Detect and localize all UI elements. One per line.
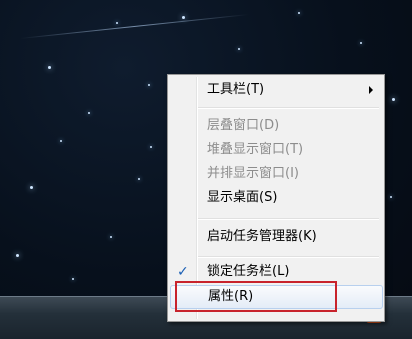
menu-item-label: 层叠窗口(D)	[207, 118, 280, 133]
highlight-annotation-box	[175, 281, 337, 312]
menu-item-cascade-windows: 层叠窗口(D)	[170, 115, 381, 137]
star	[88, 112, 90, 114]
menu-item-label: 启动任务管理器(K)	[207, 229, 317, 244]
star	[60, 140, 62, 142]
checkmark-icon: ✓	[177, 264, 189, 280]
menu-item-toolbars[interactable]: 工具栏(T)	[170, 79, 381, 101]
star	[72, 278, 74, 280]
menu-separator	[198, 107, 379, 109]
menu-item-stacked-windows: 堆叠显示窗口(T)	[170, 139, 381, 161]
menu-item-side-by-side-windows: 并排显示窗口(I)	[170, 163, 381, 185]
star	[48, 66, 51, 69]
menu-item-lock-taskbar[interactable]: ✓ 锁定任务栏(L)	[170, 261, 381, 283]
star	[392, 98, 395, 101]
menu-item-show-desktop[interactable]: 显示桌面(S)	[170, 187, 381, 209]
star	[298, 12, 300, 14]
menu-item-label: 锁定任务栏(L)	[207, 264, 290, 279]
menu-item-label: 工具栏(T)	[207, 82, 265, 97]
menu-separator	[198, 218, 379, 220]
menu-item-label: 显示桌面(S)	[207, 190, 278, 205]
star	[150, 146, 152, 148]
menu-item-task-manager[interactable]: 启动任务管理器(K)	[170, 226, 381, 248]
star	[138, 178, 140, 180]
star	[30, 186, 33, 189]
shooting-star-streak	[19, 13, 249, 39]
star	[390, 196, 392, 198]
menu-item-label: 堆叠显示窗口(T)	[207, 142, 304, 157]
star	[238, 48, 240, 50]
submenu-arrow-icon	[369, 86, 373, 94]
menu-item-label: 并排显示窗口(I)	[207, 166, 299, 181]
menu-separator	[198, 256, 379, 258]
star	[116, 22, 118, 24]
star	[182, 16, 185, 19]
star	[110, 236, 112, 238]
star	[148, 84, 150, 86]
star	[16, 254, 19, 257]
star	[360, 42, 362, 44]
